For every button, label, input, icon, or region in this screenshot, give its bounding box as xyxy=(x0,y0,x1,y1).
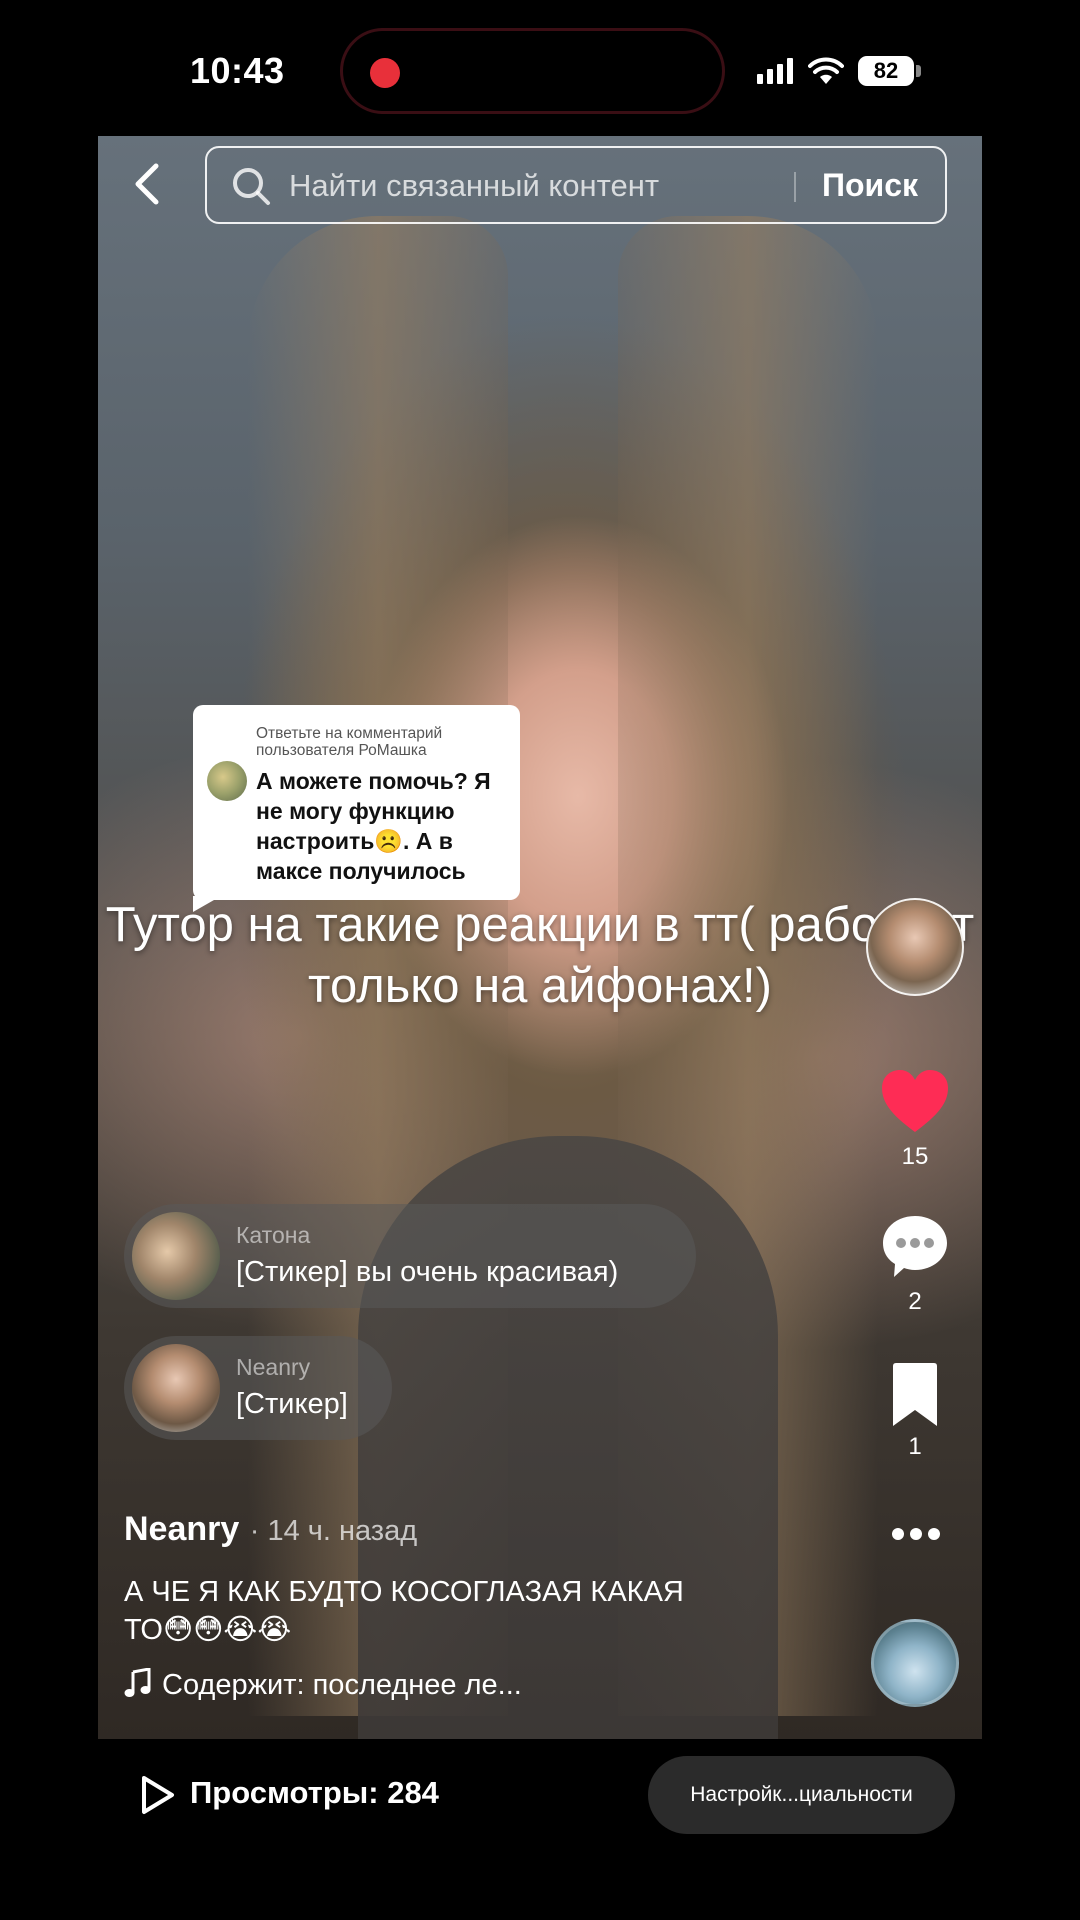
comment-avatar xyxy=(132,1344,220,1432)
comment-author: Neanry xyxy=(236,1354,311,1380)
comment-avatar xyxy=(132,1212,220,1300)
creator-avatar[interactable] xyxy=(866,898,964,996)
post-time: · 14 ч. назад xyxy=(249,1515,418,1547)
recording-indicator-icon xyxy=(370,58,400,88)
search-icon xyxy=(233,168,270,205)
reply-text: А можете помочь? Я не могу функцию настр… xyxy=(256,768,491,884)
search-bar[interactable]: Найти связанный контент Поиск xyxy=(205,146,947,224)
wifi-icon xyxy=(808,57,844,84)
status-time: 10:43 xyxy=(190,50,285,91)
music-disc[interactable] xyxy=(871,1619,959,1707)
views-count: Просмотры: 284 xyxy=(190,1775,439,1810)
comment-icon[interactable] xyxy=(880,1212,950,1282)
like-count: 15 xyxy=(901,1143,929,1170)
heart-icon[interactable] xyxy=(880,1068,950,1138)
music-line[interactable]: Содержит: последнее ле... xyxy=(124,1668,522,1702)
search-divider xyxy=(794,172,796,202)
search-button[interactable]: Поиск xyxy=(822,167,918,204)
comment-author: Катона xyxy=(236,1222,311,1248)
cellular-signal-icon xyxy=(757,58,793,84)
post-author[interactable]: Neanry xyxy=(124,1510,239,1548)
play-icon xyxy=(142,1776,174,1814)
bookmark-icon[interactable] xyxy=(880,1360,950,1430)
reply-comment-card: Ответьте на комментарий пользователя РоМ… xyxy=(193,705,520,900)
comment-bubble[interactable]: Катона [Стикер] вы очень красивая) xyxy=(124,1204,696,1308)
save-count: 1 xyxy=(908,1433,922,1460)
more-icon[interactable] xyxy=(890,1526,942,1542)
video-overlay-text: Тутор на такие реакции в тт( работает то… xyxy=(105,898,975,1013)
battery-tip xyxy=(916,65,921,77)
reply-caption: Ответьте на комментарий пользователя РоМ… xyxy=(256,725,443,759)
reply-avatar xyxy=(207,761,247,801)
back-icon[interactable] xyxy=(128,162,168,206)
comment-bubble[interactable]: Neanry [Стикер] xyxy=(124,1336,392,1440)
post-author-line: Neanry · 14 ч. назад xyxy=(124,1510,417,1549)
music-note-icon xyxy=(124,1668,151,1697)
privacy-settings-button[interactable]: Настройк...циальности xyxy=(648,1756,955,1834)
battery-icon: 82 xyxy=(858,56,914,86)
status-bar: 10:43 82 xyxy=(0,0,1080,136)
comment-text: [Стикер] вы очень красивая) xyxy=(236,1256,619,1288)
dynamic-island xyxy=(340,28,725,114)
search-input[interactable]: Найти связанный контент xyxy=(289,168,659,204)
comment-text: [Стикер] xyxy=(236,1388,348,1420)
comment-count: 2 xyxy=(908,1288,922,1315)
music-title: Содержит: последнее ле... xyxy=(162,1669,522,1701)
post-caption[interactable]: А ЧЕ Я КАК БУДТО КОСОГЛАЗАЯ КАКАЯ ТО😳😳😭😭 xyxy=(124,1573,684,1649)
